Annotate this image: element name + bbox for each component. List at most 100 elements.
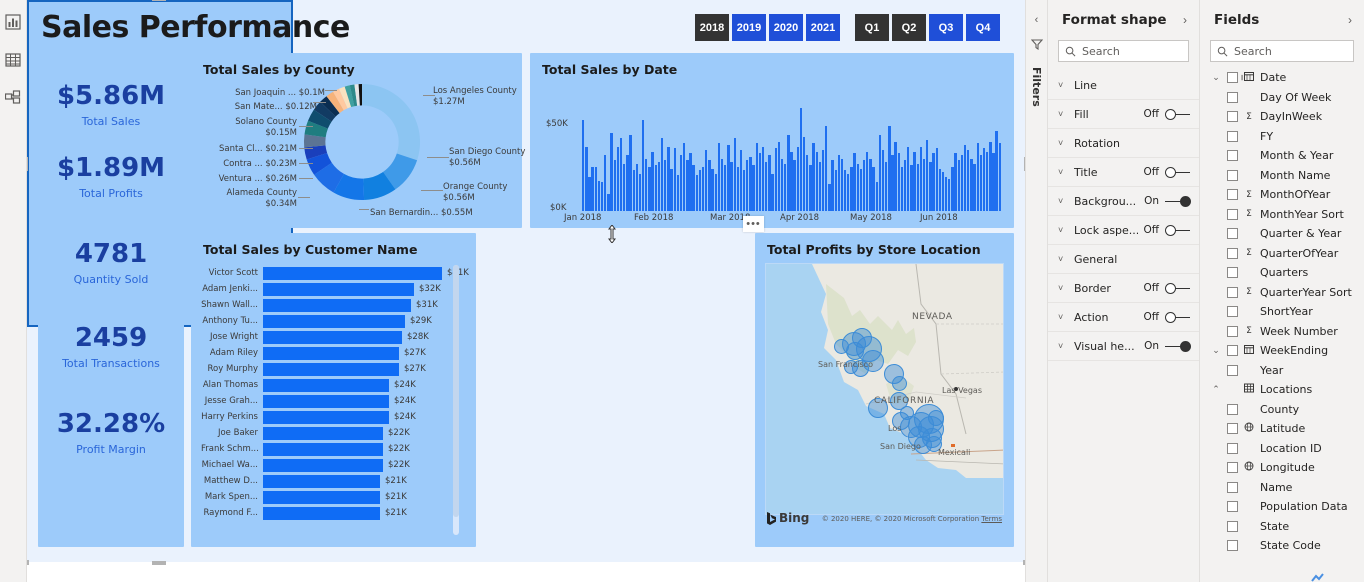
toggle-switch[interactable] [1165, 311, 1191, 323]
field-checkbox[interactable] [1227, 540, 1238, 552]
bar-row[interactable]: Adam Jenki... $32K [201, 281, 457, 297]
format-row-backgrou[interactable]: ˅ Backgrou... On [1048, 187, 1199, 216]
model-view-icon[interactable] [3, 88, 23, 108]
field-item-state-code[interactable]: State Code [1200, 536, 1364, 556]
chevron-down-icon[interactable]: ˅ [1058, 341, 1068, 351]
field-item-fy[interactable]: FY [1200, 127, 1364, 147]
field-checkbox[interactable] [1227, 520, 1238, 532]
kpi-quantity-sold[interactable]: 4781 Quantity Sold [38, 240, 184, 286]
bar-row[interactable]: Adam Riley $27K [201, 345, 457, 361]
resize-handle-top[interactable] [152, 0, 166, 1]
bar-row[interactable]: Raymond F... $21K [201, 505, 457, 521]
field-item-monthofyear[interactable]: Σ MonthOfYear [1200, 185, 1364, 205]
field-checkbox[interactable] [1227, 111, 1238, 123]
fields-tree[interactable]: ⌄ Date Day Of Week Σ DayInWeek FY Month & Year… [1200, 68, 1364, 582]
field-checkbox[interactable] [1227, 150, 1238, 162]
field-item-weekending[interactable]: ⌄ WeekEnding [1200, 341, 1364, 361]
chevron-down-icon[interactable]: ⌄ [1210, 345, 1222, 356]
report-view-icon[interactable] [3, 12, 23, 32]
field-checkbox[interactable] [1227, 501, 1238, 513]
field-checkbox[interactable] [1227, 462, 1238, 474]
slicer-button-q3[interactable]: Q3 [929, 14, 963, 41]
collapse-format-panel-icon[interactable]: › [1183, 13, 1187, 27]
filter-funnel-icon[interactable] [1030, 38, 1043, 53]
toggle-switch[interactable] [1165, 282, 1191, 294]
toggle-switch[interactable] [1165, 224, 1191, 236]
field-item-date[interactable]: ⌄ Date [1200, 68, 1364, 88]
toggle-switch[interactable] [1165, 195, 1191, 207]
slicer-button-q1[interactable]: Q1 [855, 14, 889, 41]
format-row-border[interactable]: ˅ Border Off [1048, 274, 1199, 303]
field-item-week-number[interactable]: Σ Week Number [1200, 322, 1364, 342]
slicer-button-2020[interactable]: 2020 [769, 14, 803, 41]
chevron-down-icon[interactable]: ˅ [1058, 283, 1068, 293]
field-item-location-id[interactable]: Location ID [1200, 439, 1364, 459]
field-item-month-name[interactable]: Month Name [1200, 166, 1364, 186]
bar-row[interactable]: Matthew D... $21K [201, 473, 457, 489]
chevron-down-icon[interactable]: ˅ [1058, 225, 1068, 235]
toggle-switch[interactable] [1165, 166, 1191, 178]
data-view-icon[interactable] [3, 50, 23, 70]
field-checkbox[interactable] [1227, 403, 1238, 415]
field-checkbox[interactable] [1227, 91, 1238, 103]
field-item-year[interactable]: Year [1200, 361, 1364, 381]
bar-row[interactable]: Frank Schm... $22K [201, 441, 457, 457]
slicer-button-2018[interactable]: 2018 [695, 14, 729, 41]
field-checkbox[interactable] [1227, 423, 1238, 435]
format-row-line[interactable]: ˅ Line [1048, 71, 1199, 100]
chevron-down-icon[interactable]: ˅ [1058, 109, 1068, 119]
kpi-total-profits[interactable]: $1.89M Total Profits [38, 154, 184, 200]
date-column-chart-visual[interactable]: Total Sales by Date $50K $0K Jan 2018 Feb… [530, 53, 1014, 228]
quarter-slicer[interactable]: Q1 Q2 Q3 Q4 [855, 14, 1000, 41]
field-item-quarter-year[interactable]: Quarter & Year [1200, 224, 1364, 244]
resize-handle-bottom-left[interactable] [27, 560, 29, 565]
format-row-fill[interactable]: ˅ Fill Off [1048, 100, 1199, 129]
field-checkbox[interactable] [1227, 208, 1238, 220]
field-item-quarters[interactable]: Quarters [1200, 263, 1364, 283]
bar-row[interactable]: Jose Wright $28K [201, 329, 457, 345]
field-item-day-of-week[interactable]: Day Of Week [1200, 88, 1364, 108]
kpi-card[interactable]: $5.86M Total Sales $1.89M Total Profits 4781… [38, 53, 184, 547]
bar-row[interactable]: Anthony Tu... $29K [201, 313, 457, 329]
map-plot[interactable]: NEVADA CALIFORNIA San Francisco Las Vega… [765, 263, 1004, 515]
bar-row[interactable]: Alan Thomas $24K [201, 377, 457, 393]
chevron-down-icon[interactable]: ˅ [1058, 312, 1068, 322]
field-checkbox[interactable] [1227, 189, 1238, 201]
field-checkbox[interactable] [1227, 364, 1238, 376]
field-item-county[interactable]: County [1200, 400, 1364, 420]
toggle-switch[interactable] [1165, 108, 1191, 120]
donut-chart-visual[interactable]: Total Sales by County Los Angeles County… [191, 53, 525, 228]
field-item-state[interactable]: State [1200, 517, 1364, 537]
chevron-down-icon[interactable]: ˅ [1058, 196, 1068, 206]
field-checkbox[interactable] [1227, 267, 1238, 279]
map-visual[interactable]: Total Profits by Store Location NEVADA C… [755, 233, 1014, 547]
bar-row[interactable]: Harry Perkins $24K [201, 409, 457, 425]
slicer-button-q2[interactable]: Q2 [892, 14, 926, 41]
filters-rail[interactable]: ‹ Filters [1025, 0, 1048, 582]
field-checkbox[interactable] [1227, 228, 1238, 240]
bar-row[interactable]: Victor Scott $41K [201, 265, 469, 281]
field-item-latitude[interactable]: Latitude [1200, 419, 1364, 439]
field-item-monthyear-sort[interactable]: Σ MonthYear Sort [1200, 205, 1364, 225]
slicer-button-2021[interactable]: 2021 [806, 14, 840, 41]
map-terms-link[interactable]: Terms [981, 515, 1002, 523]
bar-row[interactable]: Jesse Grah... $24K [201, 393, 457, 409]
field-item-shortyear[interactable]: ShortYear [1200, 302, 1364, 322]
field-checkbox[interactable] [1227, 345, 1238, 357]
report-canvas[interactable]: Sales Performance 2018 2019 2020 2021 Q1 Q2 Q… [27, 0, 1025, 582]
bar-row[interactable]: Shawn Wall... $31K [201, 297, 457, 313]
donut-chart-plot[interactable] [301, 81, 423, 203]
bar-row[interactable]: Joe Baker $22K [201, 425, 457, 441]
fields-search-input[interactable]: Search [1210, 40, 1354, 62]
bar-row[interactable]: Mark Spen... $21K [201, 489, 457, 505]
customer-bar-chart-visual[interactable]: Total Sales by Customer Name Victor Scot… [191, 233, 476, 547]
format-row-general[interactable]: ˅ General [1048, 245, 1199, 274]
format-row-lock-aspe[interactable]: ˅ Lock aspe... Off [1048, 216, 1199, 245]
field-checkbox[interactable] [1227, 481, 1238, 493]
field-checkbox[interactable] [1227, 306, 1238, 318]
kpi-total-sales[interactable]: $5.86M Total Sales [38, 82, 184, 128]
field-checkbox[interactable] [1227, 72, 1238, 84]
format-row-title[interactable]: ˅ Title Off [1048, 158, 1199, 187]
kpi-total-transactions[interactable]: 2459 Total Transactions [38, 324, 184, 370]
collapse-fields-panel-icon[interactable]: › [1348, 13, 1352, 27]
